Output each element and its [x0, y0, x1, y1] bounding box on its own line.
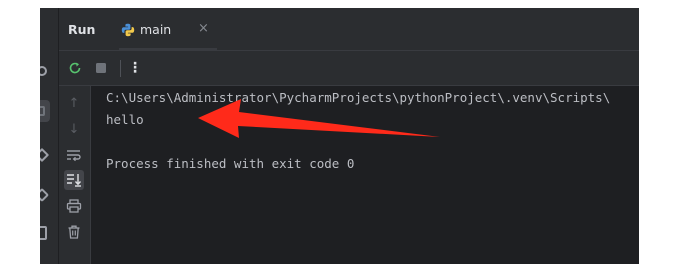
arrow-down-icon[interactable]: ↓ — [64, 119, 84, 139]
console-line-command: C:\Users\Administrator\PycharmProjects\p… — [106, 90, 611, 105]
console-line-output: hello — [106, 112, 144, 127]
close-icon[interactable]: × — [198, 21, 209, 36]
more-options-icon: ⋮ — [128, 60, 142, 76]
trash-icon — [68, 225, 80, 239]
tool-strip-icon[interactable] — [40, 147, 50, 163]
tool-strip-icon[interactable] — [40, 226, 47, 240]
console-output[interactable]: C:\Users\Administrator\PycharmProjects\p… — [91, 86, 639, 264]
soft-wrap-button[interactable] — [64, 145, 84, 165]
tab-underline — [119, 48, 217, 50]
tool-strip-icon[interactable] — [40, 187, 50, 203]
console-line-exit: Process finished with exit code 0 — [106, 156, 355, 171]
tab-label: main — [140, 22, 172, 37]
print-button[interactable] — [64, 196, 84, 216]
tool-window-header: Run main × — [59, 8, 639, 51]
tab-main[interactable]: main × — [119, 8, 217, 50]
scroll-to-end-button[interactable] — [64, 170, 84, 190]
console-side-toolbar: ↑ ↓ — [59, 86, 91, 264]
stop-icon — [96, 63, 106, 73]
print-icon — [66, 199, 82, 213]
run-tool-window: Run main × ⋮ ↑ ↓ C:\Users\Administrator\… — [40, 8, 639, 264]
toolbar-separator — [120, 60, 121, 77]
tool-strip-icon[interactable] — [40, 66, 47, 76]
python-file-icon — [121, 23, 135, 37]
run-strip-icon[interactable] — [40, 106, 45, 116]
soft-wrap-icon — [67, 150, 81, 162]
run-toolbar: ⋮ — [59, 51, 639, 86]
more-options-button[interactable]: ⋮ — [127, 60, 143, 76]
clear-button[interactable] — [64, 222, 84, 242]
tool-window-title: Run — [68, 22, 96, 37]
tool-window-strip — [40, 8, 59, 264]
scroll-to-end-icon — [67, 174, 82, 187]
arrow-up-icon[interactable]: ↑ — [64, 93, 84, 113]
rerun-button[interactable] — [67, 60, 83, 76]
rerun-icon — [69, 62, 81, 74]
stop-button[interactable] — [93, 60, 109, 76]
